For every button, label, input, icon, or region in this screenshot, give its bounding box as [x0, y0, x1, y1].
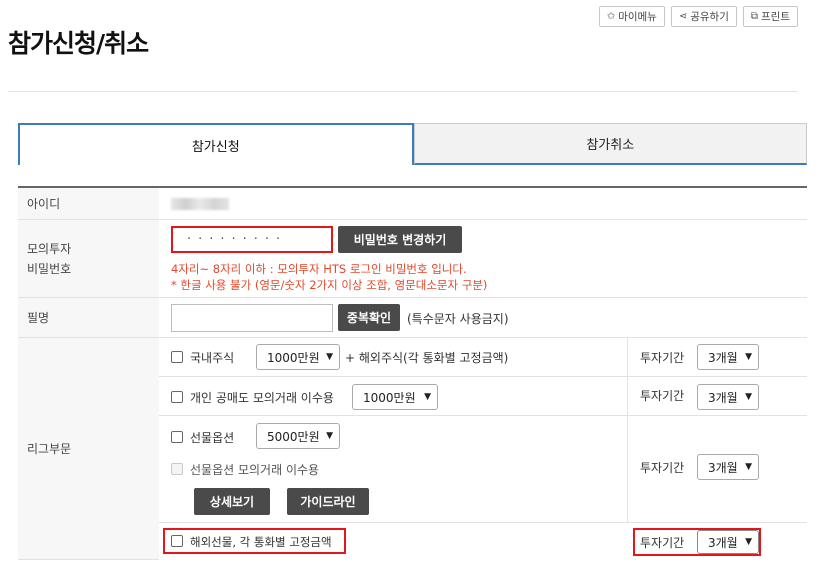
nickname-input[interactable] — [171, 304, 333, 332]
tab-bar: 참가신청 참가취소 — [18, 123, 807, 165]
domestic-amount-value: 1000만원 — [267, 350, 320, 365]
detail-view-button[interactable]: 상세보기 — [194, 488, 270, 515]
league-divider-2 — [159, 415, 807, 416]
chevron-down-icon: ▼ — [326, 431, 333, 441]
chevron-down-icon: ▼ — [326, 352, 333, 362]
overseas-stock-note: + 해외주식(각 통화별 고정금액) — [345, 351, 509, 365]
password-warning-2: * 한글 사용 불가 (영문/숫자 2가지 이상 조합, 영문대소문자 구분) — [171, 278, 488, 292]
league-label: 리그부문 — [18, 338, 159, 560]
domestic-amount-select[interactable]: 1000만원 ▼ — [256, 344, 340, 370]
overseas-futures-label: 해외선물, 각 통화별 고정금액 — [190, 535, 332, 549]
domestic-stock-label: 국내주식 — [190, 351, 235, 365]
title-divider — [8, 91, 798, 92]
password-warning-1: 4자리~ 8자리 이하 : 모의투자 HTS 로그인 비밀번호 입니다. — [171, 262, 467, 276]
nickname-cell: 중복확인 (특수문자 사용금지) — [159, 298, 807, 337]
futures-options-checkbox[interactable] — [171, 431, 183, 443]
period-value-1: 3개월 — [708, 350, 738, 365]
change-password-button[interactable]: 비밀번호 변경하기 — [338, 226, 462, 253]
league-options: 국내주식 1000만원 ▼ + 해외주식(각 통화별 고정금액) 투자기간 3개… — [159, 338, 807, 560]
tab-apply[interactable]: 참가신청 — [18, 123, 414, 165]
period-label-2: 투자기간 — [640, 389, 685, 403]
league-row: 리그부문 국내주식 1000만원 ▼ + 해외주식(각 통화별 고정금액) 투자… — [18, 338, 807, 560]
password-label: 모의투자 비밀번호 — [18, 220, 159, 297]
period-select-3[interactable]: 3개월 ▼ — [697, 454, 759, 480]
print-label: 프린트 — [761, 11, 790, 23]
guideline-button[interactable]: 가이드라인 — [287, 488, 369, 515]
share-button[interactable]: ⋖ 공유하기 — [670, 6, 737, 27]
my-menu-button[interactable]: ✩ 마이메뉴 — [598, 6, 665, 27]
tab-cancel[interactable]: 참가취소 — [413, 123, 807, 165]
my-menu-label: 마이메뉴 — [618, 11, 657, 23]
application-form: 아이디 모의투자 비밀번호 ········· 비밀번호 변경하기 4자리~ 8… — [18, 186, 807, 560]
futures-options-label: 선물옵션 — [190, 431, 235, 445]
chevron-down-icon: ▼ — [745, 392, 752, 402]
period-label-3: 투자기간 — [640, 461, 685, 475]
domestic-stock-checkbox[interactable] — [171, 351, 183, 363]
share-icon: ⋖ — [678, 11, 688, 22]
short-selling-label: 개인 공매도 모의거래 이수용 — [190, 391, 334, 405]
id-label: 아이디 — [18, 188, 159, 219]
page-title: 참가신청/취소 — [8, 29, 149, 58]
nickname-row: 필명 중복확인 (특수문자 사용금지) — [18, 298, 807, 338]
short-selling-checkbox[interactable] — [171, 391, 183, 403]
period-value-4: 3개월 — [708, 535, 738, 550]
futures-edu-label: 선물옵션 모의거래 이수용 — [190, 463, 320, 477]
period-select-1[interactable]: 3개월 ▼ — [697, 344, 759, 370]
id-row: 아이디 — [18, 188, 807, 220]
period-label-1: 투자기간 — [640, 351, 685, 365]
overseas-futures-checkbox[interactable] — [171, 535, 183, 547]
league-divider-3 — [159, 522, 807, 523]
futures-edu-checkbox[interactable] — [171, 463, 183, 475]
password-input[interactable]: ········· — [171, 226, 333, 253]
league-divider-1 — [159, 376, 807, 377]
short-selling-amount-value: 1000만원 — [363, 390, 416, 405]
masked-user-id — [171, 198, 229, 210]
password-label-line2: 비밀번호 — [27, 261, 72, 276]
password-label-line1: 모의투자 — [27, 241, 72, 256]
nickname-label: 필명 — [18, 298, 159, 337]
nickname-hint: (특수문자 사용금지) — [407, 312, 509, 326]
period-select-2[interactable]: 3개월 ▼ — [697, 384, 759, 410]
chevron-down-icon: ▼ — [745, 537, 752, 547]
duplicate-check-button[interactable]: 중복확인 — [338, 304, 400, 331]
short-selling-amount-select[interactable]: 1000만원 ▼ — [352, 384, 438, 410]
period-value-3: 3개월 — [708, 460, 738, 475]
print-icon: ⧉ — [750, 11, 759, 22]
period-value-2: 3개월 — [708, 390, 738, 405]
star-icon: ✩ — [606, 11, 616, 22]
period-label-4: 투자기간 — [640, 536, 685, 550]
password-row: 모의투자 비밀번호 ········· 비밀번호 변경하기 4자리~ 8자리 이… — [18, 220, 807, 298]
top-action-bar: ✩ 마이메뉴 ⋖ 공유하기 ⧉ 프린트 — [598, 6, 798, 27]
password-cell: ········· 비밀번호 변경하기 4자리~ 8자리 이하 : 모의투자 H… — [159, 220, 807, 297]
chevron-down-icon: ▼ — [745, 352, 752, 362]
period-column-divider — [627, 338, 628, 522]
print-button[interactable]: ⧉ 프린트 — [742, 6, 798, 27]
chevron-down-icon: ▼ — [424, 392, 431, 402]
share-label: 공유하기 — [690, 11, 729, 23]
futures-amount-select[interactable]: 5000만원 ▼ — [256, 423, 340, 449]
futures-amount-value: 5000만원 — [267, 429, 320, 444]
chevron-down-icon: ▼ — [745, 462, 752, 472]
id-cell — [159, 188, 807, 219]
period-select-4[interactable]: 3개월 ▼ — [697, 530, 759, 554]
